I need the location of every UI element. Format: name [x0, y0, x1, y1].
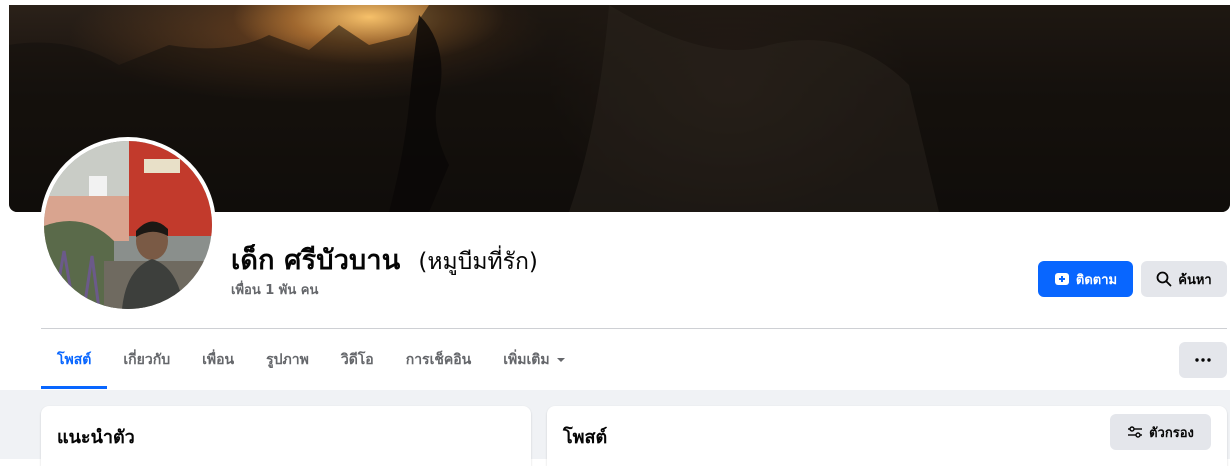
caret-down-icon	[556, 358, 565, 362]
tab-label: รูปภาพ	[266, 352, 309, 368]
avatar-photo	[44, 141, 212, 309]
tab-label: การเช็คอิน	[405, 352, 472, 368]
follow-plus-icon	[1054, 273, 1069, 285]
intro-title: แนะนำตัว	[57, 427, 135, 448]
posts-card: โพสต์ ตัวกรอง	[547, 406, 1227, 466]
profile-name-row: เด็ก ศรีบัวบาน (หมูบีมที่รัก)	[231, 238, 538, 281]
follow-button[interactable]: ติดตาม	[1038, 261, 1133, 297]
tab-label: วิดีโอ	[340, 352, 374, 368]
tab-more[interactable]: เพิ่มเติม	[487, 331, 581, 389]
tab-label: โพสต์	[57, 352, 92, 368]
profile-alternate-name: (หมูบีมที่รัก)	[418, 249, 538, 275]
profile-tabs: โพสต์ เกี่ยวกับ เพื่อน รูปภาพ วิดีโอ การ…	[41, 331, 582, 389]
tab-posts[interactable]: โพสต์	[41, 331, 108, 389]
search-icon	[1156, 271, 1172, 287]
filter-sliders-icon	[1128, 426, 1143, 438]
profile-avatar[interactable]	[44, 141, 212, 309]
follow-label: ติดตาม	[1075, 272, 1118, 288]
tab-about[interactable]: เกี่ยวกับ	[107, 331, 186, 389]
filter-button[interactable]: ตัวกรอง	[1110, 414, 1211, 450]
filter-label: ตัวกรอง	[1149, 425, 1194, 441]
header-divider	[41, 328, 1227, 329]
friends-count[interactable]: เพื่อน 1 พัน คน	[231, 279, 318, 300]
more-options-button[interactable]	[1179, 342, 1227, 378]
tab-label: เกี่ยวกับ	[123, 352, 171, 368]
posts-title: โพสต์	[563, 427, 608, 448]
search-label: ค้นหา	[1178, 272, 1212, 288]
tab-label: เพื่อน	[202, 352, 235, 368]
tab-label: เพิ่มเติม	[503, 352, 550, 368]
ellipsis-icon	[1195, 358, 1211, 362]
profile-name: เด็ก ศรีบัวบาน	[231, 245, 401, 276]
tab-videos[interactable]: วิดีโอ	[325, 331, 390, 389]
search-button[interactable]: ค้นหา	[1141, 261, 1227, 297]
tab-checkins[interactable]: การเช็คอิน	[390, 331, 488, 389]
tab-photos[interactable]: รูปภาพ	[250, 331, 325, 389]
intro-card: แนะนำตัว	[41, 406, 531, 466]
tab-friends[interactable]: เพื่อน	[186, 331, 250, 389]
